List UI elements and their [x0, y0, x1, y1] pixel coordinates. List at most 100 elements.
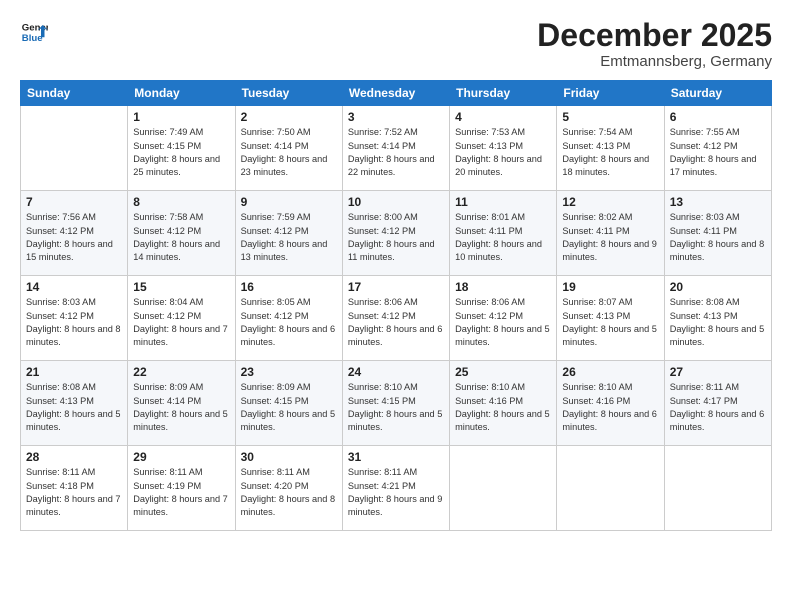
calendar-cell: 22 Sunrise: 8:09 AM Sunset: 4:14 PM Dayli…	[128, 361, 235, 446]
calendar-cell: 29 Sunrise: 8:11 AM Sunset: 4:19 PM Dayli…	[128, 446, 235, 531]
day-info: Sunrise: 7:53 AM Sunset: 4:13 PM Dayligh…	[455, 126, 551, 179]
day-info: Sunrise: 8:06 AM Sunset: 4:12 PM Dayligh…	[455, 296, 551, 349]
day-info: Sunrise: 7:52 AM Sunset: 4:14 PM Dayligh…	[348, 126, 444, 179]
calendar-cell: 4 Sunrise: 7:53 AM Sunset: 4:13 PM Daylig…	[450, 106, 557, 191]
calendar-cell: 7 Sunrise: 7:56 AM Sunset: 4:12 PM Daylig…	[21, 191, 128, 276]
day-info: Sunrise: 7:58 AM Sunset: 4:12 PM Dayligh…	[133, 211, 229, 264]
day-number: 2	[241, 110, 337, 124]
day-info: Sunrise: 8:04 AM Sunset: 4:12 PM Dayligh…	[133, 296, 229, 349]
day-number: 5	[562, 110, 658, 124]
day-number: 17	[348, 280, 444, 294]
header-tuesday: Tuesday	[235, 81, 342, 106]
calendar-cell	[450, 446, 557, 531]
day-info: Sunrise: 8:05 AM Sunset: 4:12 PM Dayligh…	[241, 296, 337, 349]
header-sunday: Sunday	[21, 81, 128, 106]
day-info: Sunrise: 8:08 AM Sunset: 4:13 PM Dayligh…	[26, 381, 122, 434]
calendar-cell: 21Sunrise: 8:08 AM Sunset: 4:13 PM Dayli…	[21, 361, 128, 446]
calendar-cell: 15Sunrise: 8:04 AM Sunset: 4:12 PM Dayli…	[128, 276, 235, 361]
day-info: Sunrise: 7:49 AM Sunset: 4:15 PM Dayligh…	[133, 126, 229, 179]
calendar-cell: 14 Sunrise: 8:03 AM Sunset: 4:12 PM Dayli…	[21, 276, 128, 361]
calendar-cell: 30 Sunrise: 8:11 AM Sunset: 4:20 PM Dayli…	[235, 446, 342, 531]
day-number: 12	[562, 195, 658, 209]
calendar-cell: 18 Sunrise: 8:06 AM Sunset: 4:12 PM Dayli…	[450, 276, 557, 361]
day-info: Sunrise: 8:11 AM Sunset: 4:18 PM Dayligh…	[26, 466, 122, 519]
calendar-cell: 5 Sunrise: 7:54 AM Sunset: 4:13 PM Daylig…	[557, 106, 664, 191]
title-block: December 2025 Emtmannsberg, Germany	[537, 18, 772, 70]
calendar-cell: 10 Sunrise: 8:00 AM Sunset: 4:12 PM Dayli…	[342, 191, 449, 276]
day-number: 18	[455, 280, 551, 294]
day-info: Sunrise: 7:50 AM Sunset: 4:14 PM Dayligh…	[241, 126, 337, 179]
day-info: Sunrise: 8:09 AM Sunset: 4:15 PM Dayligh…	[241, 381, 337, 434]
day-info: Sunrise: 8:09 AM Sunset: 4:14 PM Dayligh…	[133, 381, 229, 434]
day-info: Sunrise: 8:11 AM Sunset: 4:21 PM Dayligh…	[348, 466, 444, 519]
calendar-cell: 8 Sunrise: 7:58 AM Sunset: 4:12 PM Daylig…	[128, 191, 235, 276]
calendar-cell: 16 Sunrise: 8:05 AM Sunset: 4:12 PM Dayli…	[235, 276, 342, 361]
day-number: 9	[241, 195, 337, 209]
calendar-cell	[664, 446, 771, 531]
calendar-cell: 1Sunrise: 7:49 AM Sunset: 4:15 PM Daylig…	[128, 106, 235, 191]
calendar-week-4: 28 Sunrise: 8:11 AM Sunset: 4:18 PM Dayli…	[21, 446, 772, 531]
calendar-week-2: 14 Sunrise: 8:03 AM Sunset: 4:12 PM Dayli…	[21, 276, 772, 361]
month-year: December 2025	[537, 18, 772, 53]
day-info: Sunrise: 8:00 AM Sunset: 4:12 PM Dayligh…	[348, 211, 444, 264]
day-info: Sunrise: 8:01 AM Sunset: 4:11 PM Dayligh…	[455, 211, 551, 264]
day-info: Sunrise: 8:11 AM Sunset: 4:20 PM Dayligh…	[241, 466, 337, 519]
calendar-week-3: 21Sunrise: 8:08 AM Sunset: 4:13 PM Dayli…	[21, 361, 772, 446]
day-info: Sunrise: 8:10 AM Sunset: 4:16 PM Dayligh…	[562, 381, 658, 434]
day-info: Sunrise: 8:03 AM Sunset: 4:12 PM Dayligh…	[26, 296, 122, 349]
calendar-cell: 11Sunrise: 8:01 AM Sunset: 4:11 PM Dayli…	[450, 191, 557, 276]
header-thursday: Thursday	[450, 81, 557, 106]
day-number: 4	[455, 110, 551, 124]
day-number: 26	[562, 365, 658, 379]
header-saturday: Saturday	[664, 81, 771, 106]
day-info: Sunrise: 8:10 AM Sunset: 4:16 PM Dayligh…	[455, 381, 551, 434]
day-number: 24	[348, 365, 444, 379]
day-number: 25	[455, 365, 551, 379]
day-info: Sunrise: 8:11 AM Sunset: 4:19 PM Dayligh…	[133, 466, 229, 519]
calendar-cell: 27Sunrise: 8:11 AM Sunset: 4:17 PM Dayli…	[664, 361, 771, 446]
calendar-cell	[557, 446, 664, 531]
calendar-cell: 3Sunrise: 7:52 AM Sunset: 4:14 PM Daylig…	[342, 106, 449, 191]
calendar-cell: 23Sunrise: 8:09 AM Sunset: 4:15 PM Dayli…	[235, 361, 342, 446]
day-info: Sunrise: 7:56 AM Sunset: 4:12 PM Dayligh…	[26, 211, 122, 264]
day-number: 31	[348, 450, 444, 464]
day-info: Sunrise: 7:54 AM Sunset: 4:13 PM Dayligh…	[562, 126, 658, 179]
header-friday: Friday	[557, 81, 664, 106]
day-number: 28	[26, 450, 122, 464]
logo-icon: General Blue	[20, 18, 48, 46]
calendar-cell: 26 Sunrise: 8:10 AM Sunset: 4:16 PM Dayli…	[557, 361, 664, 446]
day-number: 30	[241, 450, 337, 464]
day-number: 8	[133, 195, 229, 209]
logo: General Blue	[20, 18, 48, 46]
calendar-header-row: Sunday Monday Tuesday Wednesday Thursday…	[21, 81, 772, 106]
calendar-cell: 12Sunrise: 8:02 AM Sunset: 4:11 PM Dayli…	[557, 191, 664, 276]
day-number: 10	[348, 195, 444, 209]
day-number: 29	[133, 450, 229, 464]
day-number: 14	[26, 280, 122, 294]
day-number: 13	[670, 195, 766, 209]
calendar-week-1: 7 Sunrise: 7:56 AM Sunset: 4:12 PM Daylig…	[21, 191, 772, 276]
calendar-cell: 17Sunrise: 8:06 AM Sunset: 4:12 PM Dayli…	[342, 276, 449, 361]
calendar-cell: 25 Sunrise: 8:10 AM Sunset: 4:16 PM Dayli…	[450, 361, 557, 446]
calendar-week-0: 1Sunrise: 7:49 AM Sunset: 4:15 PM Daylig…	[21, 106, 772, 191]
calendar: Sunday Monday Tuesday Wednesday Thursday…	[20, 80, 772, 531]
header: General Blue December 2025 Emtmannsberg,…	[20, 18, 772, 70]
calendar-cell: 24 Sunrise: 8:10 AM Sunset: 4:15 PM Dayli…	[342, 361, 449, 446]
day-info: Sunrise: 8:07 AM Sunset: 4:13 PM Dayligh…	[562, 296, 658, 349]
calendar-cell: 2 Sunrise: 7:50 AM Sunset: 4:14 PM Daylig…	[235, 106, 342, 191]
day-number: 27	[670, 365, 766, 379]
calendar-cell: 31 Sunrise: 8:11 AM Sunset: 4:21 PM Dayli…	[342, 446, 449, 531]
day-number: 7	[26, 195, 122, 209]
day-info: Sunrise: 8:08 AM Sunset: 4:13 PM Dayligh…	[670, 296, 766, 349]
calendar-cell: 9 Sunrise: 7:59 AM Sunset: 4:12 PM Daylig…	[235, 191, 342, 276]
svg-text:Blue: Blue	[22, 33, 43, 44]
day-info: Sunrise: 7:59 AM Sunset: 4:12 PM Dayligh…	[241, 211, 337, 264]
day-number: 22	[133, 365, 229, 379]
day-number: 16	[241, 280, 337, 294]
day-number: 20	[670, 280, 766, 294]
calendar-cell	[21, 106, 128, 191]
location: Emtmannsberg, Germany	[537, 53, 772, 70]
calendar-cell: 13Sunrise: 8:03 AM Sunset: 4:11 PM Dayli…	[664, 191, 771, 276]
calendar-cell: 20 Sunrise: 8:08 AM Sunset: 4:13 PM Dayli…	[664, 276, 771, 361]
day-info: Sunrise: 8:10 AM Sunset: 4:15 PM Dayligh…	[348, 381, 444, 434]
